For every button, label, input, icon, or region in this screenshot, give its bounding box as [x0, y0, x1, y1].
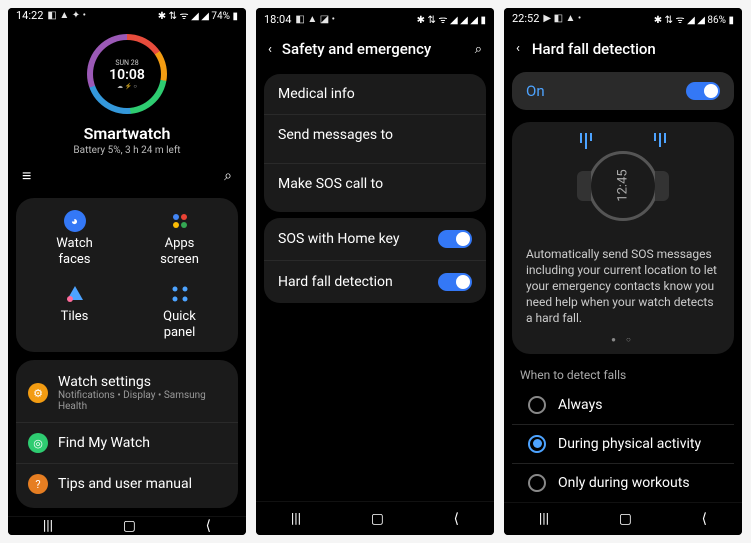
- description-card: 12:45 Automatically send SOS messages in…: [512, 122, 734, 354]
- battery-status: Battery 5%, 3 h 24 m left: [8, 145, 246, 156]
- menu-find-my-watch[interactable]: ◎ Find My Watch: [16, 423, 238, 464]
- radio-icon: [528, 396, 546, 414]
- row-send-messages-to[interactable]: Send messages to: [264, 115, 486, 164]
- nav-recents[interactable]: |||: [539, 511, 549, 527]
- status-bar: 14:22 ◧ ▲ ✦ • ✱ ⇅ ᯤ ◢ ◢ 74% ▮: [8, 8, 246, 22]
- radio-group-when: Always During physical activity Only dur…: [512, 386, 734, 502]
- nav-bar: ||| ▢ ⟨: [256, 501, 494, 535]
- locate-icon: ◎: [28, 433, 48, 453]
- shortcut-grid-card: ◕ Watch faces Apps screen Tiles: [16, 198, 238, 352]
- watchface-mini-icons: ☁ ⚡ ○: [117, 83, 137, 90]
- toggle-hard-fall[interactable]: [438, 273, 472, 291]
- toggle-sos-home-key[interactable]: [438, 230, 472, 248]
- watch-faces-icon: ◕: [64, 210, 86, 232]
- option-during-activity[interactable]: During physical activity: [512, 425, 734, 464]
- radio-icon: [528, 435, 546, 453]
- nav-back[interactable]: ⟨: [702, 511, 707, 527]
- nav-home[interactable]: ▢: [619, 511, 632, 527]
- shortcut-watch-faces[interactable]: ◕ Watch faces: [22, 210, 127, 267]
- fall-illustration: 12:45: [526, 136, 720, 236]
- back-icon[interactable]: ‹: [268, 42, 272, 57]
- status-system-icons: ✱ ⇅ ᯤ ◢ ◢ 86% ▮: [654, 12, 734, 26]
- radio-icon: [528, 474, 546, 492]
- status-system-icons: ✱ ⇅ ᯤ ◢ ◢ 74% ▮: [158, 8, 238, 22]
- status-time: 22:52: [512, 12, 539, 25]
- page-header: ‹ Safety and emergency ⌕: [256, 30, 494, 68]
- nav-home[interactable]: ▢: [123, 518, 136, 534]
- toggle-master-on[interactable]: [686, 82, 720, 100]
- search-icon[interactable]: ⌕: [475, 42, 482, 57]
- section-title-when: When to detect falls: [504, 358, 742, 386]
- option-always[interactable]: Always: [512, 386, 734, 425]
- phone-safety-settings: 18:04 ◧ ▲ ◪ • ✱ ⇅ ᯤ ◢ ◢ ◢ ▮ ‹ Safety and…: [256, 8, 494, 535]
- shortcut-apps-screen[interactable]: Apps screen: [127, 210, 232, 267]
- page-title: Hard fall detection: [532, 40, 656, 58]
- apps-screen-icon: [169, 210, 191, 232]
- sos-toggles-section: SOS with Home key Hard fall detection: [264, 218, 486, 303]
- option-only-workouts[interactable]: Only during workouts: [512, 464, 734, 502]
- phone-hard-fall-detail: 22:52 ▶ ◧ ▲ • ✱ ⇅ ᯤ ◢ ◢ 86% ▮ ‹ Hard fal…: [504, 8, 742, 535]
- tiles-icon: [64, 283, 86, 305]
- status-notif-icons: ◧ ▲ ◪ •: [295, 14, 335, 25]
- row-make-sos-call-to[interactable]: Make SOS call to: [264, 164, 486, 212]
- nav-bar: ||| ▢ ⟨: [8, 516, 246, 535]
- master-toggle-row[interactable]: On: [512, 72, 734, 110]
- row-hard-fall-detection[interactable]: Hard fall detection: [264, 261, 486, 303]
- help-icon: ?: [28, 474, 48, 494]
- back-icon[interactable]: ‹: [516, 41, 520, 56]
- watchface-date: SUN 28: [115, 59, 138, 67]
- quick-panel-icon: [169, 283, 191, 305]
- row-sos-home-key[interactable]: SOS with Home key: [264, 218, 486, 261]
- device-name: Smartwatch: [8, 124, 246, 143]
- status-time: 14:22: [16, 9, 43, 22]
- status-notif-icons: ◧ ▲ ✦ •: [47, 10, 86, 21]
- description-text: Automatically send SOS messages includin…: [526, 246, 720, 327]
- gear-icon: ⚙: [28, 383, 48, 403]
- menu-tips-manual[interactable]: ? Tips and user manual: [16, 464, 238, 504]
- status-notif-icons: ▶ ◧ ▲ •: [543, 13, 581, 24]
- row-medical-info[interactable]: Medical info: [264, 74, 486, 115]
- nav-home[interactable]: ▢: [371, 511, 384, 527]
- nav-recents[interactable]: |||: [43, 518, 53, 534]
- shortcut-quick-panel[interactable]: Quick panel: [127, 283, 232, 340]
- status-bar: 18:04 ◧ ▲ ◪ • ✱ ⇅ ᯤ ◢ ◢ ◢ ▮: [256, 8, 494, 30]
- status-system-icons: ✱ ⇅ ᯤ ◢ ◢ ◢ ▮: [417, 12, 486, 26]
- status-bar: 22:52 ▶ ◧ ▲ • ✱ ⇅ ᯤ ◢ ◢ 86% ▮: [504, 8, 742, 30]
- watch-icon: 12:45: [588, 151, 658, 221]
- search-icon[interactable]: ⌕: [224, 168, 232, 184]
- watchface-time: 10:08: [109, 67, 145, 83]
- nav-recents[interactable]: |||: [291, 511, 301, 527]
- phone-wearable-app: 14:22 ◧ ▲ ✦ • ✱ ⇅ ᯤ ◢ ◢ 74% ▮ SUN 28 10:…: [8, 8, 246, 535]
- nav-back[interactable]: ⟨: [206, 518, 211, 534]
- page-header: ‹ Hard fall detection: [504, 30, 742, 68]
- nav-back[interactable]: ⟨: [454, 511, 459, 527]
- menu-icon[interactable]: ≡: [22, 166, 31, 186]
- shortcut-tiles[interactable]: Tiles: [22, 283, 127, 340]
- menu-watch-settings[interactable]: ⚙ Watch settings Notifications • Display…: [16, 364, 238, 423]
- nav-bar: ||| ▢ ⟨: [504, 502, 742, 535]
- watchface-preview[interactable]: SUN 28 10:08 ☁ ⚡ ○: [87, 34, 167, 114]
- page-title: Safety and emergency: [282, 40, 465, 58]
- safety-info-section: Medical info Send messages to Make SOS c…: [264, 74, 486, 212]
- master-toggle-label: On: [526, 82, 545, 100]
- status-time: 18:04: [264, 13, 291, 26]
- settings-list: ⚙ Watch settings Notifications • Display…: [16, 360, 238, 508]
- page-indicator: ● ○: [526, 335, 720, 344]
